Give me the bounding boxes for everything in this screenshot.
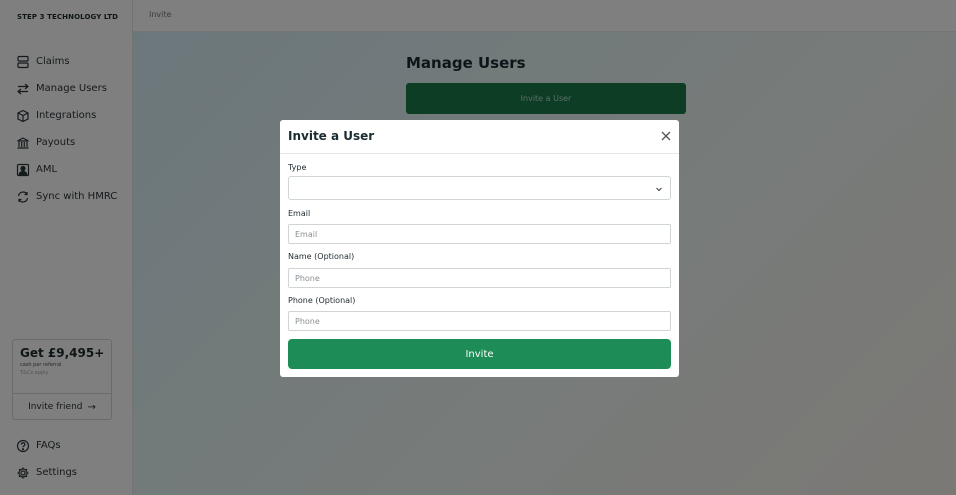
invite-submit-button[interactable]: Invite (288, 339, 671, 369)
email-label: Email (288, 209, 311, 218)
modal-header: Invite a User (280, 120, 679, 154)
name-input[interactable] (288, 268, 671, 288)
email-input[interactable] (288, 224, 671, 244)
phone-input[interactable] (288, 311, 671, 331)
type-select[interactable] (288, 176, 671, 200)
name-label: Name (Optional) (288, 252, 355, 261)
close-icon[interactable] (660, 130, 672, 142)
chevron-down-icon (656, 187, 662, 192)
phone-label: Phone (Optional) (288, 296, 356, 305)
invite-user-modal: Invite a User Type Email Name (Optional)… (280, 120, 679, 377)
modal-title: Invite a User (288, 129, 375, 143)
type-label: Type (288, 163, 307, 172)
